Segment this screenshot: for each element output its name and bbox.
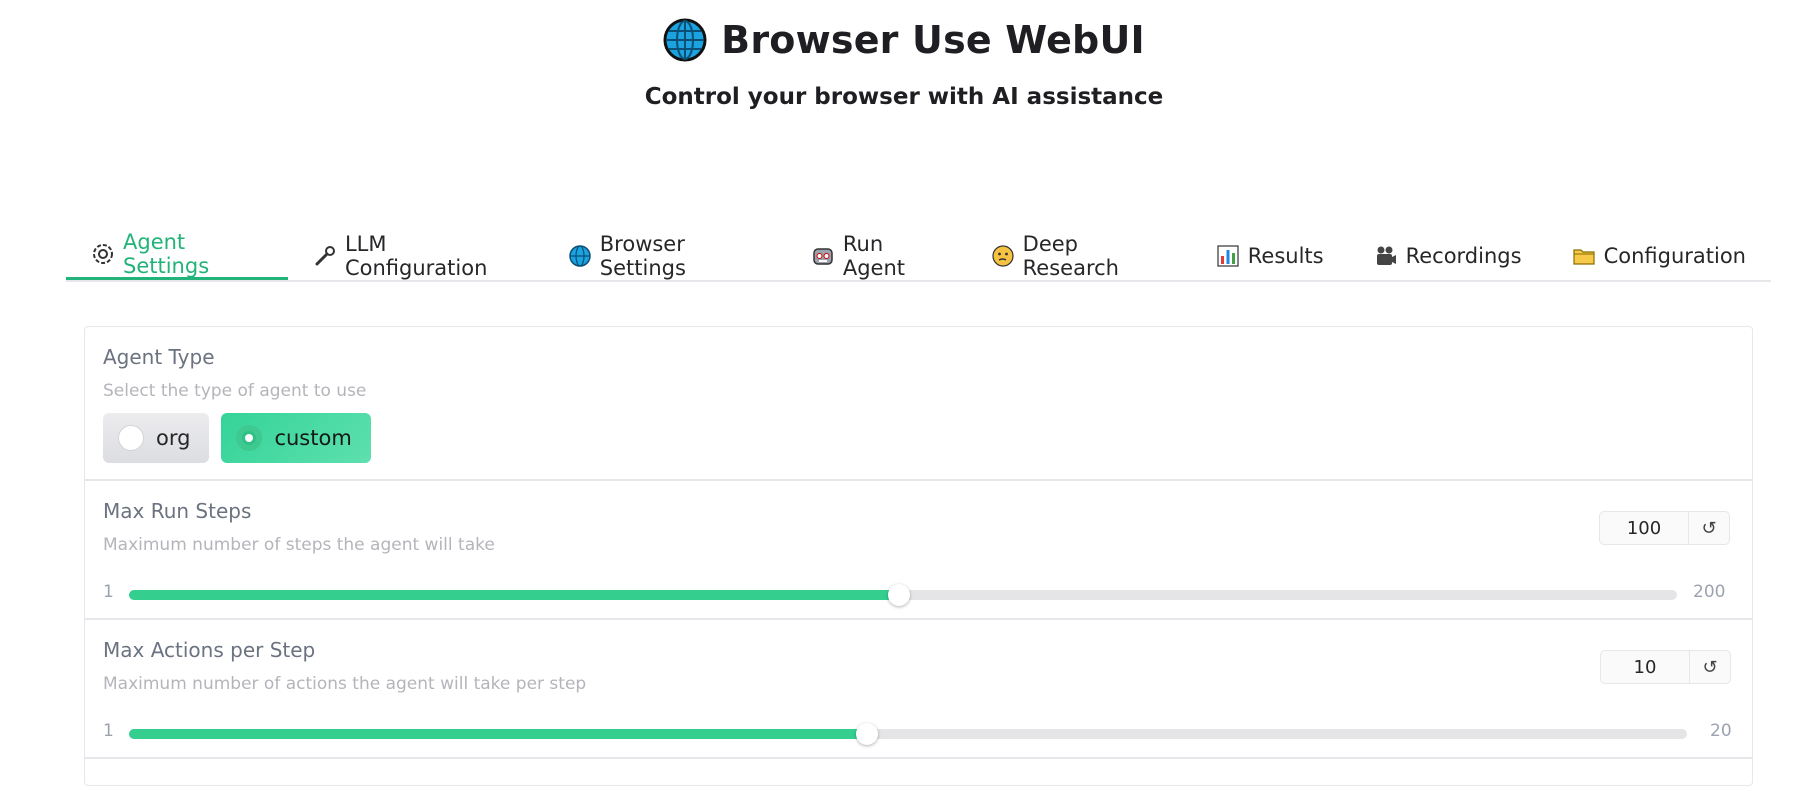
max-actions-label: Max Actions per Step (103, 638, 316, 662)
agent-type-block: Agent Type Select the type of agent to u… (85, 327, 1752, 479)
tab-results[interactable]: Results (1191, 232, 1349, 280)
globe-icon (569, 245, 591, 267)
tab-deep-research[interactable]: Deep Research (966, 232, 1191, 280)
bar-chart-icon (1217, 245, 1239, 267)
reset-icon[interactable]: ↺ (1690, 651, 1730, 683)
tab-llm-configuration[interactable]: LLM Configuration (288, 232, 543, 280)
tab-label: Configuration (1603, 244, 1746, 268)
next-setting-block (85, 757, 1752, 787)
globe-icon (663, 18, 707, 62)
tab-label: Browser Settings (599, 232, 686, 280)
slider-thumb[interactable] (888, 584, 911, 606)
slider-min-label: 1 (103, 582, 114, 602)
tab-label: Recordings (1405, 244, 1522, 268)
radio-option-custom[interactable]: custom (221, 413, 371, 463)
reset-icon[interactable]: ↺ (1689, 512, 1729, 544)
max-run-steps-slider[interactable] (129, 584, 1677, 606)
tab-run-agent[interactable]: Run Agent (786, 232, 966, 280)
slider-fill (129, 729, 867, 739)
slider-fill (129, 590, 900, 600)
slider-thumb[interactable] (856, 723, 878, 745)
max-run-steps-block: Max Run Steps Maximum number of steps th… (85, 479, 1752, 618)
tab-label: Run Agent (842, 232, 906, 280)
max-run-steps-label: Max Run Steps (103, 499, 252, 523)
page-title: Browser Use WebUI (721, 18, 1145, 62)
slider-max-label: 20 (1710, 721, 1732, 741)
thinking-face-icon (992, 245, 1014, 267)
title-row: Browser Use WebUI (0, 18, 1808, 62)
page-subtitle: Control your browser with AI assistance (644, 84, 1164, 110)
app-header: Browser Use WebUI Control your browser w… (0, 0, 1808, 110)
movie-camera-icon (1376, 246, 1396, 265)
tab-label: Results (1247, 244, 1324, 268)
tab-configuration[interactable]: Configuration (1547, 232, 1771, 280)
tab-agent-settings[interactable]: Agent Settings (66, 230, 288, 280)
folder-icon (1572, 249, 1595, 265)
max-run-steps-info: Maximum number of steps the agent will t… (103, 535, 495, 555)
wrench-icon (315, 246, 335, 266)
radio-label: custom (274, 426, 352, 450)
tab-label: LLM Configuration (344, 232, 488, 280)
robot-icon (813, 248, 833, 265)
slider-min-label: 1 (103, 721, 114, 741)
tab-bar: Agent Settings LLM Configuration Browser… (66, 230, 1771, 282)
tab-label: Agent Settings (123, 229, 210, 278)
slider-max-label: 200 (1693, 582, 1726, 602)
radio-circle (118, 425, 144, 451)
max-run-steps-value[interactable]: 100 (1600, 512, 1689, 544)
max-run-steps-number-input: 100 ↺ (1599, 511, 1730, 545)
agent-type-info: Select the type of agent to use (103, 381, 367, 401)
max-actions-info: Maximum number of actions the agent will… (103, 674, 587, 694)
gear-icon (93, 243, 113, 264)
tab-recordings[interactable]: Recordings (1349, 232, 1547, 280)
radio-label: org (156, 426, 191, 450)
max-actions-number-input: 10 ↺ (1600, 650, 1731, 684)
max-actions-slider[interactable] (129, 723, 1687, 745)
radio-circle-selected (236, 425, 263, 451)
radio-option-org[interactable]: org (103, 413, 210, 463)
tab-browser-settings[interactable]: Browser Settings (543, 232, 786, 280)
agent-settings-panel: Agent Type Select the type of agent to u… (84, 326, 1753, 786)
agent-type-label: Agent Type (103, 345, 215, 369)
max-actions-value[interactable]: 10 (1601, 651, 1690, 683)
max-actions-block: Max Actions per Step Maximum number of a… (85, 618, 1752, 757)
agent-type-radio-group: org custom (103, 413, 371, 463)
tab-label: Deep Research (1022, 232, 1119, 280)
